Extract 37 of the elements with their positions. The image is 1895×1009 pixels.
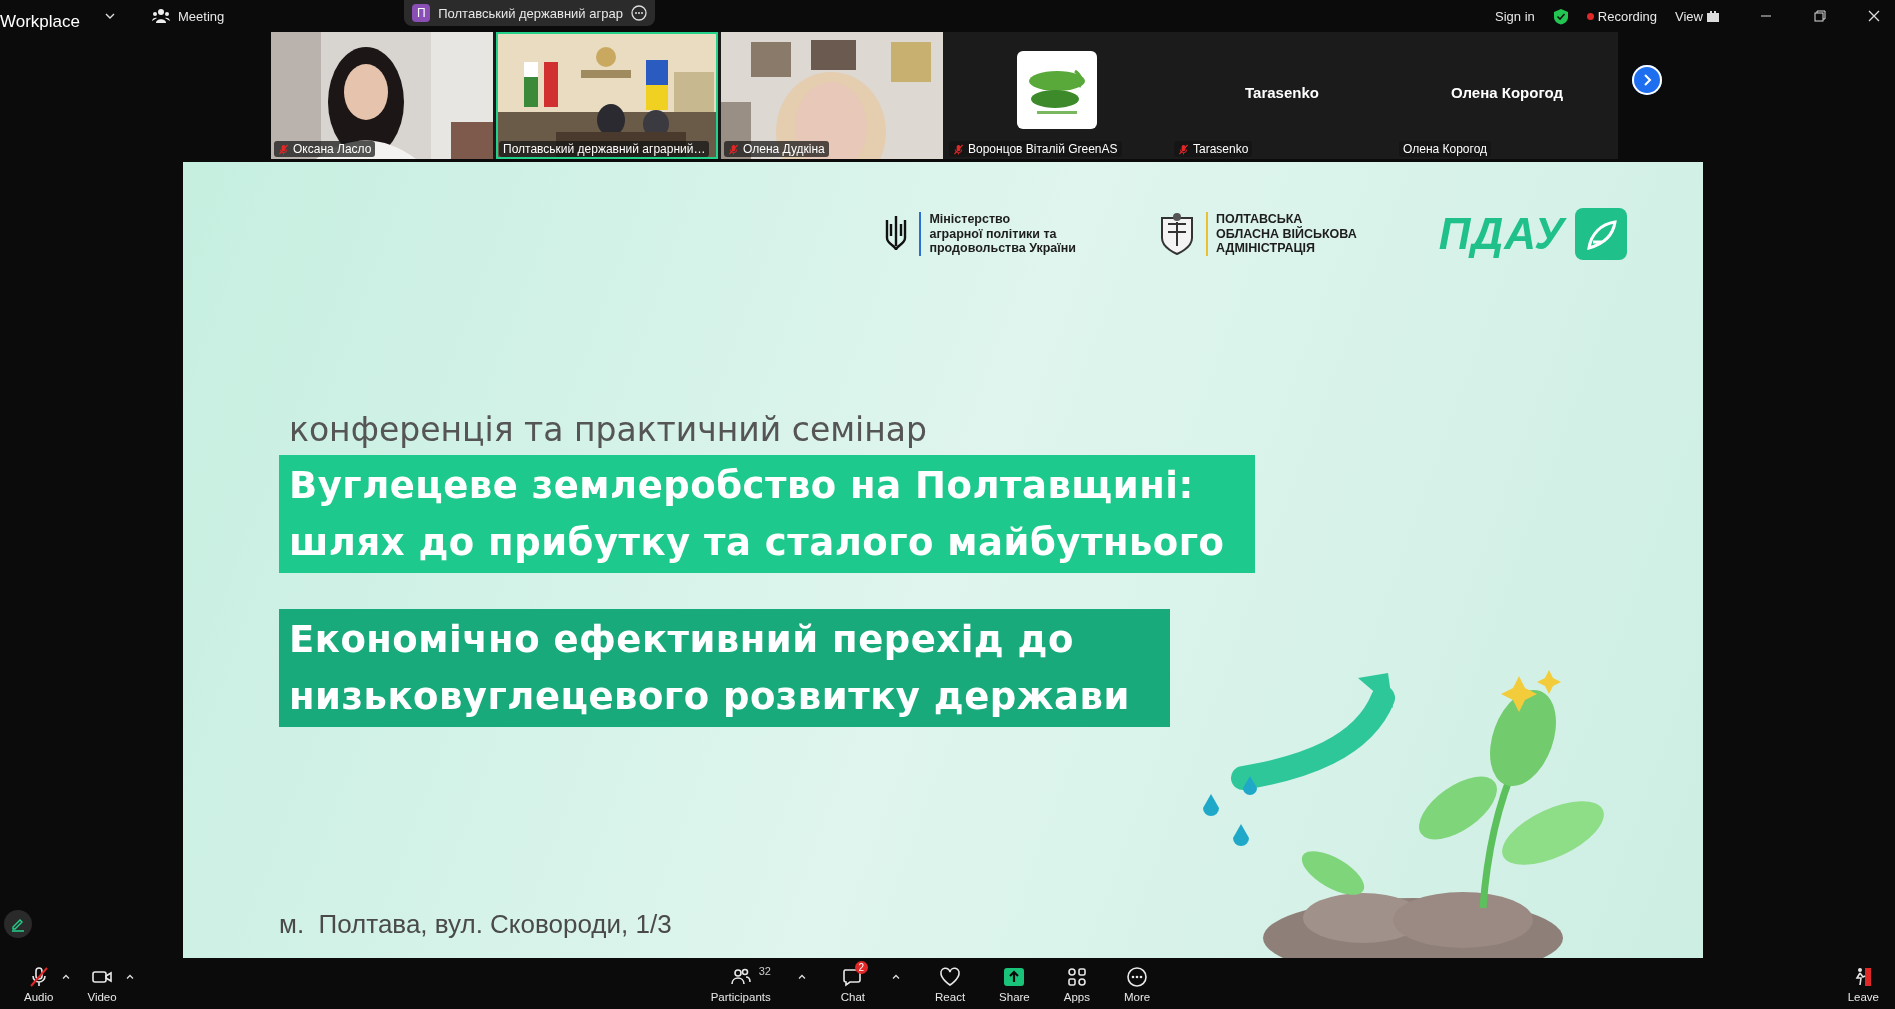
participant-name: Олена Корогод [1451,84,1563,101]
video-tile[interactable]: Олена Дудкіна [721,32,943,159]
view-menu[interactable]: View [1675,8,1703,24]
address-text: м. Полтава, вул. Сковороди, 1/3 [279,909,672,940]
more-button[interactable]: More [1116,962,1159,1005]
slide-subtitle: конференція та практичний семінар [289,410,928,449]
name-label: Воронцов Віталій GreenAS [949,141,1122,157]
video-tile[interactable]: Олена Корогод Олена Корогод [1396,32,1618,159]
share-initial-avatar: П [412,4,431,22]
name-label: Tarasenko [1174,141,1253,157]
meeting-menu[interactable]: Meeting [178,8,225,24]
shared-screen-pill[interactable]: П Полтавський державний аграр [404,0,655,26]
recording-indicator[interactable]: Recording [1597,8,1658,24]
share-button[interactable]: Share [991,962,1038,1005]
video-tile[interactable]: Полтавський державний аграрний… [496,32,718,159]
leave-button[interactable]: Leave [1839,962,1887,1005]
administration-name: ПОЛТАВСЬКА ОБЛАСНА ВІЙСЬКОВА АДМІНІСТРАЦІЯ [1206,212,1357,256]
participants-button[interactable]: 32 Participants [702,962,779,1005]
subheadline-banner: Економічно ефективний перехід до низьковуглецевого розвитку держави [279,609,1170,727]
sign-in-link[interactable]: Sign in [1495,8,1535,24]
participant-count: 32 [758,964,771,977]
ministry-name: Міністерство аграрної політики та продовольства України [919,212,1077,256]
name-label: Оксана Ласло [274,141,376,157]
name-label: Полтавський державний аграрний… [499,141,710,157]
video-tile[interactable]: Оксана Ласло [271,32,493,159]
chat-button[interactable]: 2 Chat [832,962,874,1005]
react-button[interactable]: React [927,962,974,1005]
university-logo-text: ПДАУ [1438,209,1565,259]
video-button[interactable]: Video [79,962,125,1005]
apps-button[interactable]: Apps [1055,962,1098,1005]
headline-banner: Вуглецеве землеробство на Полтавщині: шлях до прибутку та сталого майбутнього [279,455,1255,573]
app-name: Workplace [0,12,81,32]
name-label: Олена Корогод [1399,141,1492,157]
audio-button[interactable]: Audio [16,962,62,1005]
unread-badge: 2 [854,960,868,974]
name-label: Олена Дудкіна [724,141,829,157]
participant-name: Tarasenko [1245,84,1319,101]
